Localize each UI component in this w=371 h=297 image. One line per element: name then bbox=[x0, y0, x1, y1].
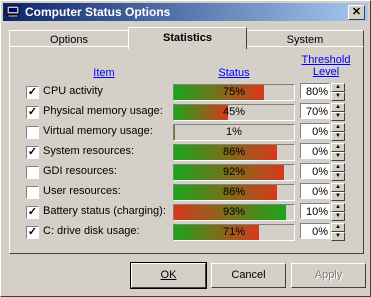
threshold-spinner[interactable]: ▲ ▼ bbox=[331, 183, 345, 201]
threshold-input[interactable]: 0% bbox=[300, 183, 330, 199]
column-header-item[interactable]: Item bbox=[84, 67, 124, 79]
status-progress-bar: 92% bbox=[173, 164, 295, 181]
row-checkbox[interactable] bbox=[26, 186, 39, 199]
status-percent: 92% bbox=[222, 166, 246, 178]
spin-up-icon[interactable]: ▲ bbox=[331, 203, 345, 212]
status-progress-bar: 71% bbox=[173, 224, 295, 241]
status-progress-bar: 1% bbox=[173, 124, 295, 141]
window-title: Computer Status Options bbox=[25, 5, 171, 19]
row-checkbox[interactable]: ✓ bbox=[26, 146, 39, 159]
spin-up-icon[interactable]: ▲ bbox=[331, 103, 345, 112]
status-percent: 93% bbox=[222, 206, 246, 218]
row-checkbox[interactable] bbox=[26, 166, 39, 179]
spin-up-icon[interactable]: ▲ bbox=[331, 143, 345, 152]
spin-down-icon[interactable]: ▼ bbox=[331, 112, 345, 121]
spin-up-icon[interactable]: ▲ bbox=[331, 123, 345, 132]
status-row: ✓ CPU activity 75% 80% ▲ ▼ bbox=[0, 82, 371, 102]
status-progress-bar: 93% bbox=[173, 204, 295, 221]
row-label: C: drive disk usage: bbox=[43, 225, 140, 237]
title-bar[interactable]: Computer Status Options ✕ bbox=[3, 3, 368, 21]
apply-button[interactable]: Apply bbox=[291, 263, 366, 288]
status-percent: 86% bbox=[222, 186, 246, 198]
status-percent: 45% bbox=[222, 106, 246, 118]
threshold-input[interactable]: 0% bbox=[300, 143, 330, 159]
threshold-input[interactable]: 0% bbox=[300, 223, 330, 239]
status-row: ✓ C: drive disk usage: 71% 0% ▲ ▼ bbox=[0, 222, 371, 242]
threshold-input[interactable]: 80% bbox=[300, 83, 330, 99]
row-label: Physical memory usage: bbox=[43, 105, 163, 117]
status-percent: 1% bbox=[226, 126, 242, 138]
spin-up-icon[interactable]: ▲ bbox=[331, 183, 345, 192]
spin-down-icon[interactable]: ▼ bbox=[331, 192, 345, 201]
threshold-header-line2: Level bbox=[312, 66, 340, 78]
spin-down-icon[interactable]: ▼ bbox=[331, 92, 345, 101]
spin-up-icon[interactable]: ▲ bbox=[331, 83, 345, 92]
status-row: GDI resources: 92% 0% ▲ ▼ bbox=[0, 162, 371, 182]
column-header-threshold[interactable]: Threshold Level bbox=[296, 54, 356, 78]
cancel-button[interactable]: Cancel bbox=[211, 263, 286, 288]
status-row: User resources: 86% 0% ▲ ▼ bbox=[0, 182, 371, 202]
row-label: Battery status (charging): bbox=[43, 205, 166, 217]
spin-down-icon[interactable]: ▼ bbox=[331, 212, 345, 221]
status-percent: 71% bbox=[222, 226, 246, 238]
row-label: System resources: bbox=[43, 145, 135, 157]
threshold-spinner[interactable]: ▲ ▼ bbox=[331, 83, 345, 101]
threshold-input[interactable]: 10% bbox=[300, 203, 330, 219]
spin-down-icon[interactable]: ▼ bbox=[331, 172, 345, 181]
spin-down-icon[interactable]: ▼ bbox=[331, 232, 345, 241]
status-progress-bar: 45% bbox=[173, 104, 295, 121]
status-progress-bar: 86% bbox=[173, 144, 295, 161]
threshold-spinner[interactable]: ▲ ▼ bbox=[331, 203, 345, 221]
status-row: ✓ Physical memory usage: 45% 70% ▲ ▼ bbox=[0, 102, 371, 122]
spin-down-icon[interactable]: ▼ bbox=[331, 152, 345, 161]
status-percent: 86% bbox=[222, 146, 246, 158]
row-checkbox[interactable] bbox=[26, 126, 39, 139]
status-row: Virtual memory usage: 1% 0% ▲ ▼ bbox=[0, 122, 371, 142]
spin-up-icon[interactable]: ▲ bbox=[331, 223, 345, 232]
ok-button[interactable]: OK bbox=[130, 262, 207, 289]
threshold-input[interactable]: 70% bbox=[300, 103, 330, 119]
tab-statistics[interactable]: Statistics bbox=[128, 27, 247, 49]
row-label: Virtual memory usage: bbox=[43, 125, 153, 137]
threshold-spinner[interactable]: ▲ ▼ bbox=[331, 143, 345, 161]
ok-label: OK bbox=[160, 269, 177, 281]
threshold-spinner[interactable]: ▲ ▼ bbox=[331, 223, 345, 241]
threshold-spinner[interactable]: ▲ ▼ bbox=[331, 103, 345, 121]
computer-icon bbox=[6, 5, 20, 18]
status-row: ✓ Battery status (charging): 93% 10% ▲ ▼ bbox=[0, 202, 371, 222]
threshold-header-line1: Threshold bbox=[301, 54, 351, 66]
spin-up-icon[interactable]: ▲ bbox=[331, 163, 345, 172]
threshold-spinner[interactable]: ▲ ▼ bbox=[331, 163, 345, 181]
close-button[interactable]: ✕ bbox=[348, 5, 365, 20]
row-label: User resources: bbox=[43, 185, 121, 197]
row-checkbox[interactable]: ✓ bbox=[26, 206, 39, 219]
threshold-spinner[interactable]: ▲ ▼ bbox=[331, 123, 345, 141]
spin-down-icon[interactable]: ▼ bbox=[331, 132, 345, 141]
threshold-input[interactable]: 0% bbox=[300, 123, 330, 139]
status-percent: 75% bbox=[222, 86, 246, 98]
row-label: GDI resources: bbox=[43, 165, 117, 177]
row-checkbox[interactable]: ✓ bbox=[26, 226, 39, 239]
status-progress-bar: 75% bbox=[173, 84, 295, 101]
row-checkbox[interactable]: ✓ bbox=[26, 86, 39, 99]
status-progress-bar: 86% bbox=[173, 184, 295, 201]
column-header-status[interactable]: Status bbox=[209, 67, 259, 79]
row-checkbox[interactable]: ✓ bbox=[26, 106, 39, 119]
threshold-input[interactable]: 0% bbox=[300, 163, 330, 179]
status-row: ✓ System resources: 86% 0% ▲ ▼ bbox=[0, 142, 371, 162]
row-label: CPU activity bbox=[43, 85, 103, 97]
